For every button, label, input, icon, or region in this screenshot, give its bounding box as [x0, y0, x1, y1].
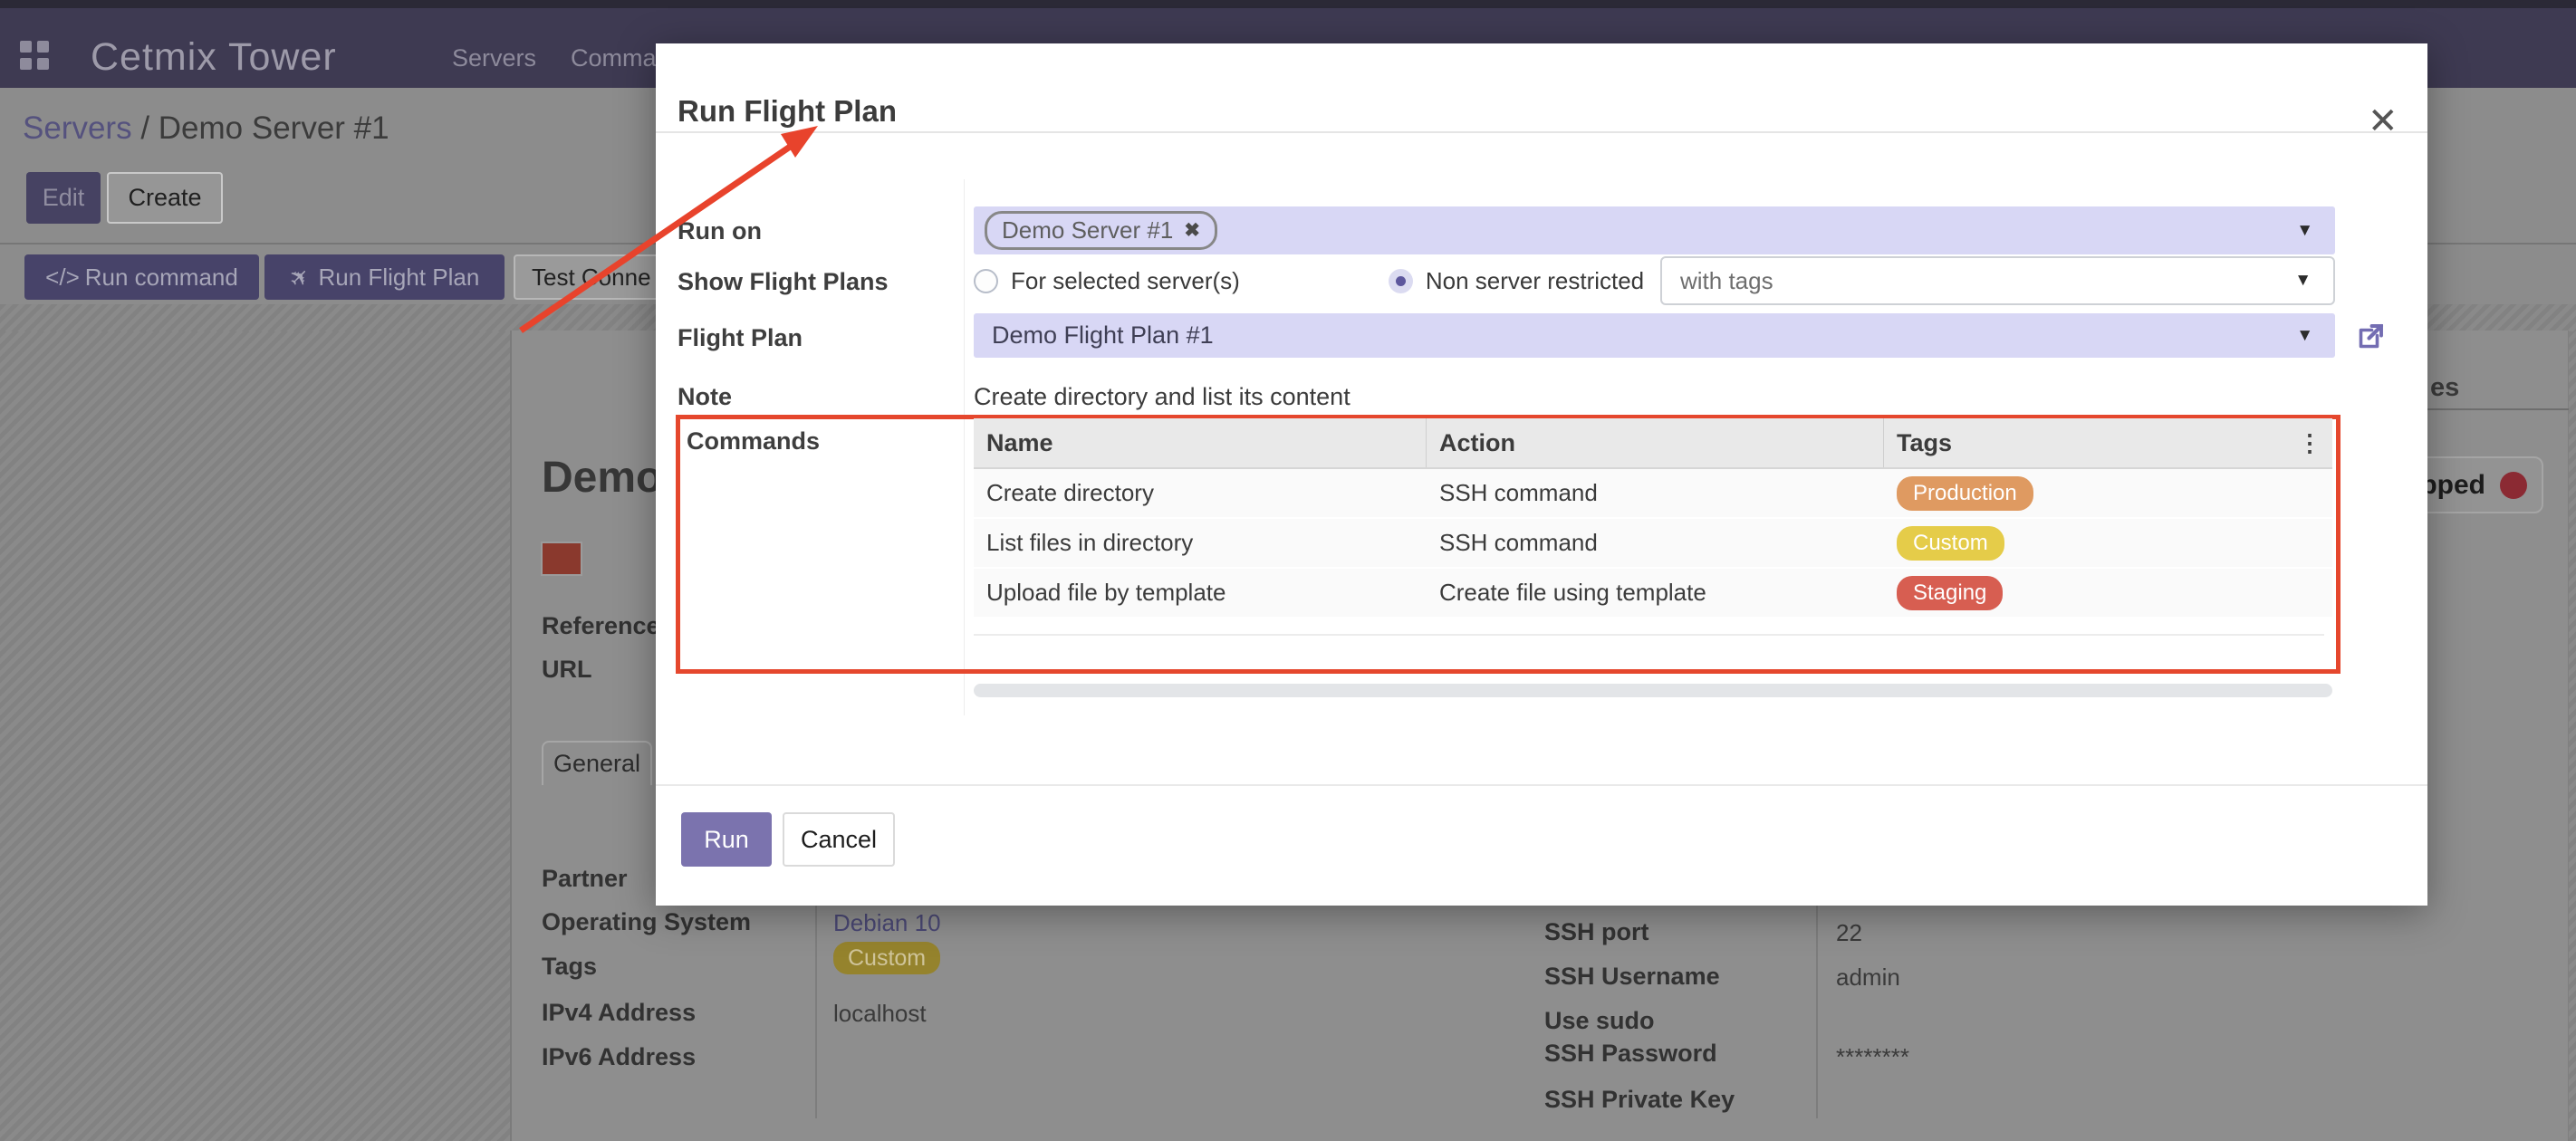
- table-row[interactable]: Create directory SSH command Production: [974, 469, 2332, 519]
- content-right-margin: [2569, 331, 2576, 1141]
- commands-table: Name Action Tags ⋮ Create directory SSH …: [974, 418, 2332, 618]
- note-label: Note: [678, 383, 732, 411]
- run-flight-plan-button[interactable]: ✈ Run Flight Plan: [264, 254, 505, 300]
- color-swatch[interactable]: [541, 542, 582, 576]
- ipv6-label: IPv6 Address: [542, 1043, 696, 1071]
- flight-plan-select[interactable]: Demo Flight Plan #1 ▼: [974, 313, 2335, 358]
- dialog-footer-divider: [656, 784, 2427, 786]
- chevron-down-icon[interactable]: ▼: [2296, 326, 2313, 346]
- breadcrumb: Servers / Demo Server #1: [23, 110, 389, 147]
- run-button[interactable]: Run: [681, 812, 772, 867]
- use-sudo-label: Use sudo: [1544, 1007, 1655, 1035]
- dialog-title: Run Flight Plan: [678, 94, 897, 129]
- tag-badge: Staging: [1897, 576, 2003, 610]
- run-on-label: Run on: [678, 217, 762, 245]
- tag-badge: Custom: [1897, 526, 2004, 561]
- partner-label: Partner: [542, 865, 628, 893]
- ssh-username-value: admin: [1836, 964, 1900, 992]
- horizontal-scrollbar[interactable]: [974, 684, 2332, 697]
- breadcrumb-servers-link[interactable]: Servers: [23, 110, 132, 146]
- app-brand[interactable]: Cetmix Tower: [91, 35, 337, 80]
- table-bottom-rule: [974, 634, 2324, 636]
- flight-plan-label: Flight Plan: [678, 324, 803, 352]
- tag-badge: Production: [1897, 476, 2033, 511]
- reference-label: Reference: [542, 612, 660, 640]
- kebab-menu-icon[interactable]: ⋮: [2298, 429, 2321, 457]
- table-row[interactable]: List files in directory SSH command Cust…: [974, 519, 2332, 569]
- ssh-port-label: SSH port: [1544, 918, 1649, 946]
- column-header-action[interactable]: Action: [1427, 418, 1884, 467]
- ssh-username-label: SSH Username: [1544, 963, 1720, 991]
- run-command-button[interactable]: </> Run command: [24, 254, 259, 300]
- note-value: Create directory and list its content: [974, 383, 1350, 411]
- dialog-header-divider: [656, 131, 2427, 133]
- ssh-private-key-label: SSH Private Key: [1544, 1086, 1735, 1114]
- with-tags-select[interactable]: with tags ▼: [1660, 256, 2335, 305]
- radio-for-selected-servers[interactable]: [974, 269, 998, 293]
- apps-grid-icon[interactable]: [20, 41, 49, 70]
- run-flight-plan-dialog: Run Flight Plan ✕ Run on Demo Server #1 …: [656, 43, 2427, 906]
- external-link-icon[interactable]: [2354, 321, 2387, 353]
- os-value[interactable]: Debian 10: [833, 909, 941, 937]
- plane-icon: ✈: [283, 260, 316, 293]
- server-tag-chip[interactable]: Demo Server #1 ✖: [985, 211, 1217, 250]
- column-header-tags[interactable]: Tags ⋮: [1884, 418, 2332, 467]
- os-label: Operating System: [542, 908, 751, 936]
- create-button[interactable]: Create: [107, 172, 223, 224]
- chevron-down-icon[interactable]: ▼: [2294, 271, 2312, 291]
- field-separator-right: [1816, 906, 1818, 1118]
- commands-table-header: Name Action Tags ⋮: [974, 418, 2332, 469]
- run-on-input[interactable]: Demo Server #1 ✖ ▼: [974, 206, 2335, 254]
- nav-item-servers[interactable]: Servers: [452, 44, 536, 72]
- commands-label: Commands: [687, 427, 820, 455]
- code-icon: </>: [45, 264, 80, 292]
- server-title-fragment: Demo: [542, 453, 662, 503]
- chevron-down-icon[interactable]: ▼: [2296, 221, 2313, 241]
- smart-button-text-fragment[interactable]: es: [2430, 373, 2459, 403]
- ipv4-label: IPv4 Address: [542, 999, 696, 1027]
- url-label: URL: [542, 656, 592, 684]
- ssh-password-value: ********: [1836, 1043, 1909, 1071]
- remove-tag-icon[interactable]: ✖: [1184, 219, 1200, 242]
- cancel-button[interactable]: Cancel: [783, 812, 895, 867]
- ssh-port-value: 22: [1836, 919, 1862, 947]
- ipv4-value: localhost: [833, 1000, 927, 1028]
- column-header-name[interactable]: Name: [974, 418, 1427, 467]
- breadcrumb-current: Demo Server #1: [159, 110, 389, 146]
- radio-non-server-restricted[interactable]: [1389, 269, 1413, 293]
- flight-plan-filter-radios: For selected server(s) Non server restri…: [974, 256, 1644, 305]
- status-dot-icon: [2500, 472, 2527, 499]
- field-separator-left: [815, 892, 817, 1118]
- tab-general[interactable]: General: [542, 741, 652, 785]
- table-row[interactable]: Upload file by template Create file usin…: [974, 569, 2332, 618]
- tags-value-badge: Custom: [833, 944, 940, 972]
- show-flight-plans-label: Show Flight Plans: [678, 268, 889, 296]
- edit-button[interactable]: Edit: [26, 172, 101, 224]
- close-icon[interactable]: ✕: [2368, 103, 2398, 139]
- statusbar-divider: [2427, 408, 2569, 410]
- ssh-password-label: SSH Password: [1544, 1040, 1717, 1068]
- status-label-fragment: pped: [2420, 470, 2485, 501]
- content-left-margin: [0, 331, 510, 1141]
- tags-label: Tags: [542, 953, 597, 981]
- window-top-strip: [0, 0, 2576, 8]
